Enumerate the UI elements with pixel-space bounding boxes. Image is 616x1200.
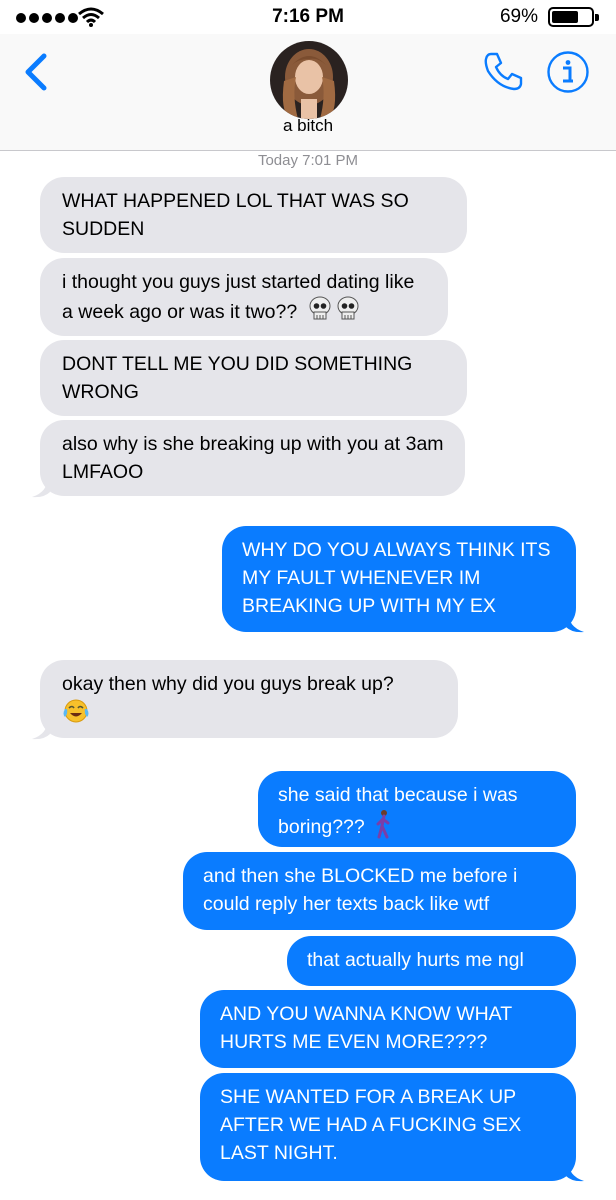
message-text: WHAT HAPPENED LOL THAT WAS SO SUDDEN [62,190,409,240]
skull-emoji-icon [307,296,363,330]
message-bubble-outgoing[interactable]: WHY DO YOU ALWAYS THINK ITS MY FAULT WHE… [222,526,576,632]
message-bubble-incoming[interactable]: i thought you guys just started dating l… [40,258,448,336]
message-bubble-outgoing[interactable]: AND YOU WANNA KNOW WHAT HURTS ME EVEN MO… [200,990,576,1068]
battery-icon [548,7,599,27]
message-text: that actually hurts me ngl [307,949,524,971]
message-bubble-incoming[interactable]: DONT TELL ME YOU DID SOMETHING WRONG [40,340,467,416]
contact-name[interactable]: a bitch [0,116,616,136]
face-with-tears-of-joy-icon [62,698,90,732]
status-bar: 7:16 PM 69% [0,0,616,34]
bubble-tail-incoming [32,718,50,740]
bubble-tail-outgoing [566,1160,584,1182]
battery-percent: 69% [499,6,538,27]
phone-icon[interactable] [482,50,524,92]
conversation-timestamp: Today 7:01 PM [257,152,359,169]
message-text: and then she BLOCKED me before i could r… [203,865,518,915]
bubble-tail-outgoing [566,611,584,633]
message-bubble-incoming[interactable]: okay then why did you guys break up? [40,660,458,738]
message-bubble-outgoing[interactable]: SHE WANTED FOR A BREAK UP AFTER WE HAD A… [200,1073,576,1181]
message-text: DONT TELL ME YOU DID SOMETHING WRONG [62,353,413,403]
message-bubble-outgoing[interactable]: she said that because i was boring??? [258,771,576,847]
message-bubble-incoming[interactable]: also why is she breaking up with you at … [40,420,465,496]
message-text: AND YOU WANNA KNOW WHAT HURTS ME EVEN MO… [220,1003,512,1053]
avatar[interactable] [270,41,348,119]
info-icon[interactable] [546,50,590,94]
bubble-tail-incoming [32,476,50,498]
person-walking-icon [374,809,392,847]
message-text: WHY DO YOU ALWAYS THINK ITS MY FAULT WHE… [242,539,551,617]
conversation-header: a bitch [0,34,616,151]
message-text: okay then why did you guys break up? [62,673,394,695]
message-bubble-outgoing[interactable]: and then she BLOCKED me before i could r… [183,852,576,930]
message-bubble-outgoing[interactable]: that actually hurts me ngl [287,936,576,986]
message-bubble-incoming[interactable]: WHAT HAPPENED LOL THAT WAS SO SUDDEN [40,177,467,253]
message-text: she said that because i was boring??? [278,784,518,839]
message-text: SHE WANTED FOR A BREAK UP AFTER WE HAD A… [220,1086,522,1164]
back-chevron-icon[interactable] [22,52,52,92]
message-text: also why is she breaking up with you at … [62,433,444,483]
